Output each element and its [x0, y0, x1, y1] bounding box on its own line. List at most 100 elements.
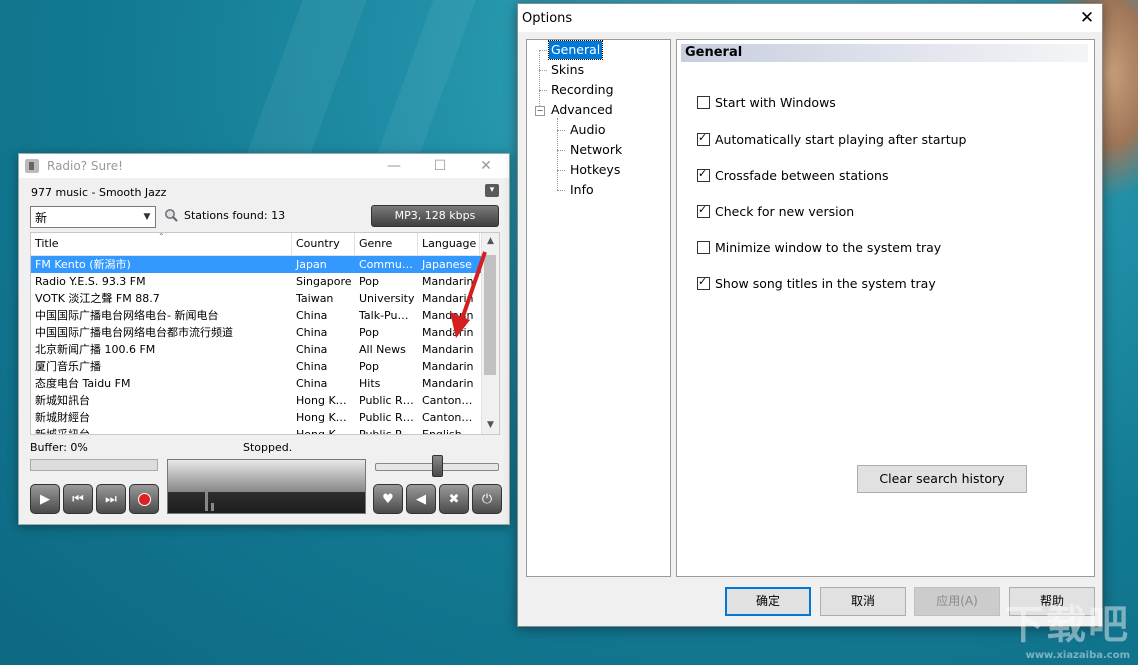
cell-title: 中国国际广播电台网络电台都市流行频道 — [35, 326, 233, 339]
checkbox[interactable] — [697, 167, 710, 182]
next-button[interactable]: ⏭ — [96, 484, 126, 514]
cell-country: Singapore — [296, 275, 352, 288]
table-row[interactable]: 中国国际广播电台网络电台- 新闻电台 China Talk-Pu… Mandarin — [31, 307, 499, 324]
scroll-down-icon[interactable]: ▼ — [482, 417, 499, 434]
table-row[interactable]: 新城財經台 Hong K… Public R… Canton… — [31, 409, 499, 426]
cell-genre: All News — [359, 343, 406, 356]
checkbox-row[interactable]: Show song titles in the system tray — [697, 275, 936, 291]
search-value: 新 — [35, 210, 48, 225]
clear-search-history-button[interactable]: Clear search history — [857, 465, 1027, 493]
cell-country: China — [296, 309, 328, 322]
options-titlebar: Options ✕ — [518, 4, 1102, 32]
cell-country: Hong K… — [296, 394, 347, 407]
cell-language: Mandarin — [422, 292, 474, 305]
play-icon: ▶ — [40, 491, 50, 507]
cell-genre: Public R… — [359, 411, 414, 424]
table-row[interactable]: 态度电台 Taidu FM China Hits Mandarin — [31, 375, 499, 392]
table-scrollbar[interactable]: ▲ ▼ — [481, 233, 499, 434]
cell-language: Mandarin — [422, 326, 474, 339]
table-row[interactable]: 新城采訊台 Hong K… Public R… English — [31, 426, 499, 435]
tree-item-advanced[interactable]: Advanced — [549, 101, 615, 119]
column-header-genre[interactable]: Genre — [355, 233, 418, 255]
tree-line — [539, 50, 547, 51]
table-row[interactable]: 厦门音乐广播 China Pop Mandarin — [31, 358, 499, 375]
stream-format-button[interactable]: MP3, 128 kbps — [371, 205, 499, 227]
cell-language: Japanese — [422, 258, 472, 271]
cancel-button[interactable]: 取消 — [820, 587, 906, 616]
tree-item-recording[interactable]: Recording — [549, 81, 616, 99]
column-header-country[interactable]: Country — [292, 233, 355, 255]
previous-icon: ⏮ — [72, 491, 84, 507]
checkbox-row[interactable]: Check for new version — [697, 203, 855, 219]
cell-title: 北京新闻广播 100.6 FM — [35, 343, 156, 356]
cell-language: English — [422, 428, 462, 435]
tree-item-hotkeys[interactable]: Hotkeys — [568, 161, 622, 179]
mute-button[interactable]: ◀ — [406, 484, 436, 514]
checkbox-label: Check for new version — [715, 204, 855, 219]
cell-title: 态度电台 Taidu FM — [35, 377, 131, 390]
minimize-button[interactable]: — — [371, 154, 417, 178]
station-table: Title Country Genre Language ⌃ FM Kento … — [30, 232, 500, 435]
cell-title: 厦门音乐广播 — [35, 360, 101, 373]
checkbox[interactable] — [697, 241, 710, 254]
checkbox[interactable] — [697, 131, 710, 146]
cell-title: 新城采訊台 — [35, 428, 90, 435]
checkbox[interactable] — [697, 275, 710, 290]
apply-button[interactable]: 应用(A) — [914, 587, 1000, 616]
search-combobox[interactable]: 新 ▼ — [30, 206, 156, 228]
table-row[interactable]: Radio Y.E.S. 93.3 FM Singapore Pop Mandarin — [31, 273, 499, 290]
table-row[interactable]: VOTK 淡江之聲 FM 88.7 Taiwan University Mandari… — [31, 290, 499, 307]
search-icon[interactable] — [164, 208, 178, 222]
cell-title: VOTK 淡江之聲 FM 88.7 — [35, 292, 160, 305]
checkbox-label: Show song titles in the system tray — [715, 276, 936, 291]
chevron-down-icon[interactable]: ▼ — [139, 212, 155, 222]
checkbox-row[interactable]: Crossfade between stations — [697, 167, 888, 183]
watermark: 下载吧 www.xiazaiba.com — [1004, 592, 1130, 661]
tree-line — [557, 170, 565, 171]
cell-genre: Talk-Pu… — [359, 309, 409, 322]
table-header: Title Country Genre Language — [31, 233, 499, 256]
checkbox-row[interactable]: Automatically start playing after startu… — [697, 131, 967, 147]
table-row[interactable]: 新城知訊台 Hong K… Public R… Canton… — [31, 392, 499, 409]
favorite-button[interactable]: ♥ — [373, 484, 403, 514]
tree-item-skins[interactable]: Skins — [549, 61, 586, 79]
scroll-up-icon[interactable]: ▲ — [482, 233, 499, 250]
checkbox-row[interactable]: Start with Windows — [697, 95, 836, 110]
tree-item-audio[interactable]: Audio — [568, 121, 608, 139]
close-button[interactable]: ✕ — [463, 154, 509, 178]
table-row[interactable]: FM Kento (新潟市) Japan Commu… Japanese — [31, 256, 499, 273]
table-row[interactable]: 中国国际广播电台网络电台都市流行频道 China Pop Mandarin — [31, 324, 499, 341]
cell-genre: Pop — [359, 360, 379, 373]
scroll-thumb[interactable] — [484, 255, 496, 375]
cell-country: China — [296, 343, 328, 356]
previous-button[interactable]: ⏮ — [63, 484, 93, 514]
checkbox-label: Minimize window to the system tray — [715, 240, 942, 255]
column-header-language[interactable]: Language — [418, 233, 480, 255]
power-button[interactable]: ⏻ — [472, 484, 502, 514]
watermark-logo: 下载吧 — [1004, 602, 1130, 648]
volume-slider-thumb[interactable] — [432, 455, 443, 477]
ok-button[interactable]: 确定 — [725, 587, 811, 616]
tree-item-general[interactable]: General — [547, 40, 604, 60]
options-button[interactable]: ✖ — [439, 484, 469, 514]
close-icon[interactable]: ✕ — [1072, 8, 1102, 28]
tree-line — [557, 118, 558, 190]
play-button[interactable]: ▶ — [30, 484, 60, 514]
station-rows: FM Kento (新潟市) Japan Commu… Japanese Radio Y… — [31, 256, 499, 435]
tree-item-info[interactable]: Info — [568, 181, 596, 199]
cell-language: Mandarin — [422, 309, 474, 322]
table-row[interactable]: 北京新闻广播 100.6 FM China All News Mandarin — [31, 341, 499, 358]
record-button[interactable] — [129, 484, 159, 514]
checkbox-label: Start with Windows — [715, 95, 836, 110]
collapse-icon[interactable]: − — [535, 106, 545, 116]
maximize-button[interactable]: ☐ — [417, 154, 463, 178]
checkbox[interactable] — [697, 96, 710, 109]
tree-line — [557, 190, 565, 191]
tree-item-network[interactable]: Network — [568, 141, 624, 159]
checkbox[interactable] — [697, 203, 710, 218]
cell-language: Mandarin — [422, 275, 474, 288]
sort-indicator-icon: ⌃ — [158, 232, 165, 241]
checkbox-row[interactable]: Minimize window to the system tray — [697, 240, 941, 255]
mini-window-icon[interactable]: ▾ — [485, 184, 499, 197]
checkbox-label: Automatically start playing after startu… — [715, 132, 967, 147]
